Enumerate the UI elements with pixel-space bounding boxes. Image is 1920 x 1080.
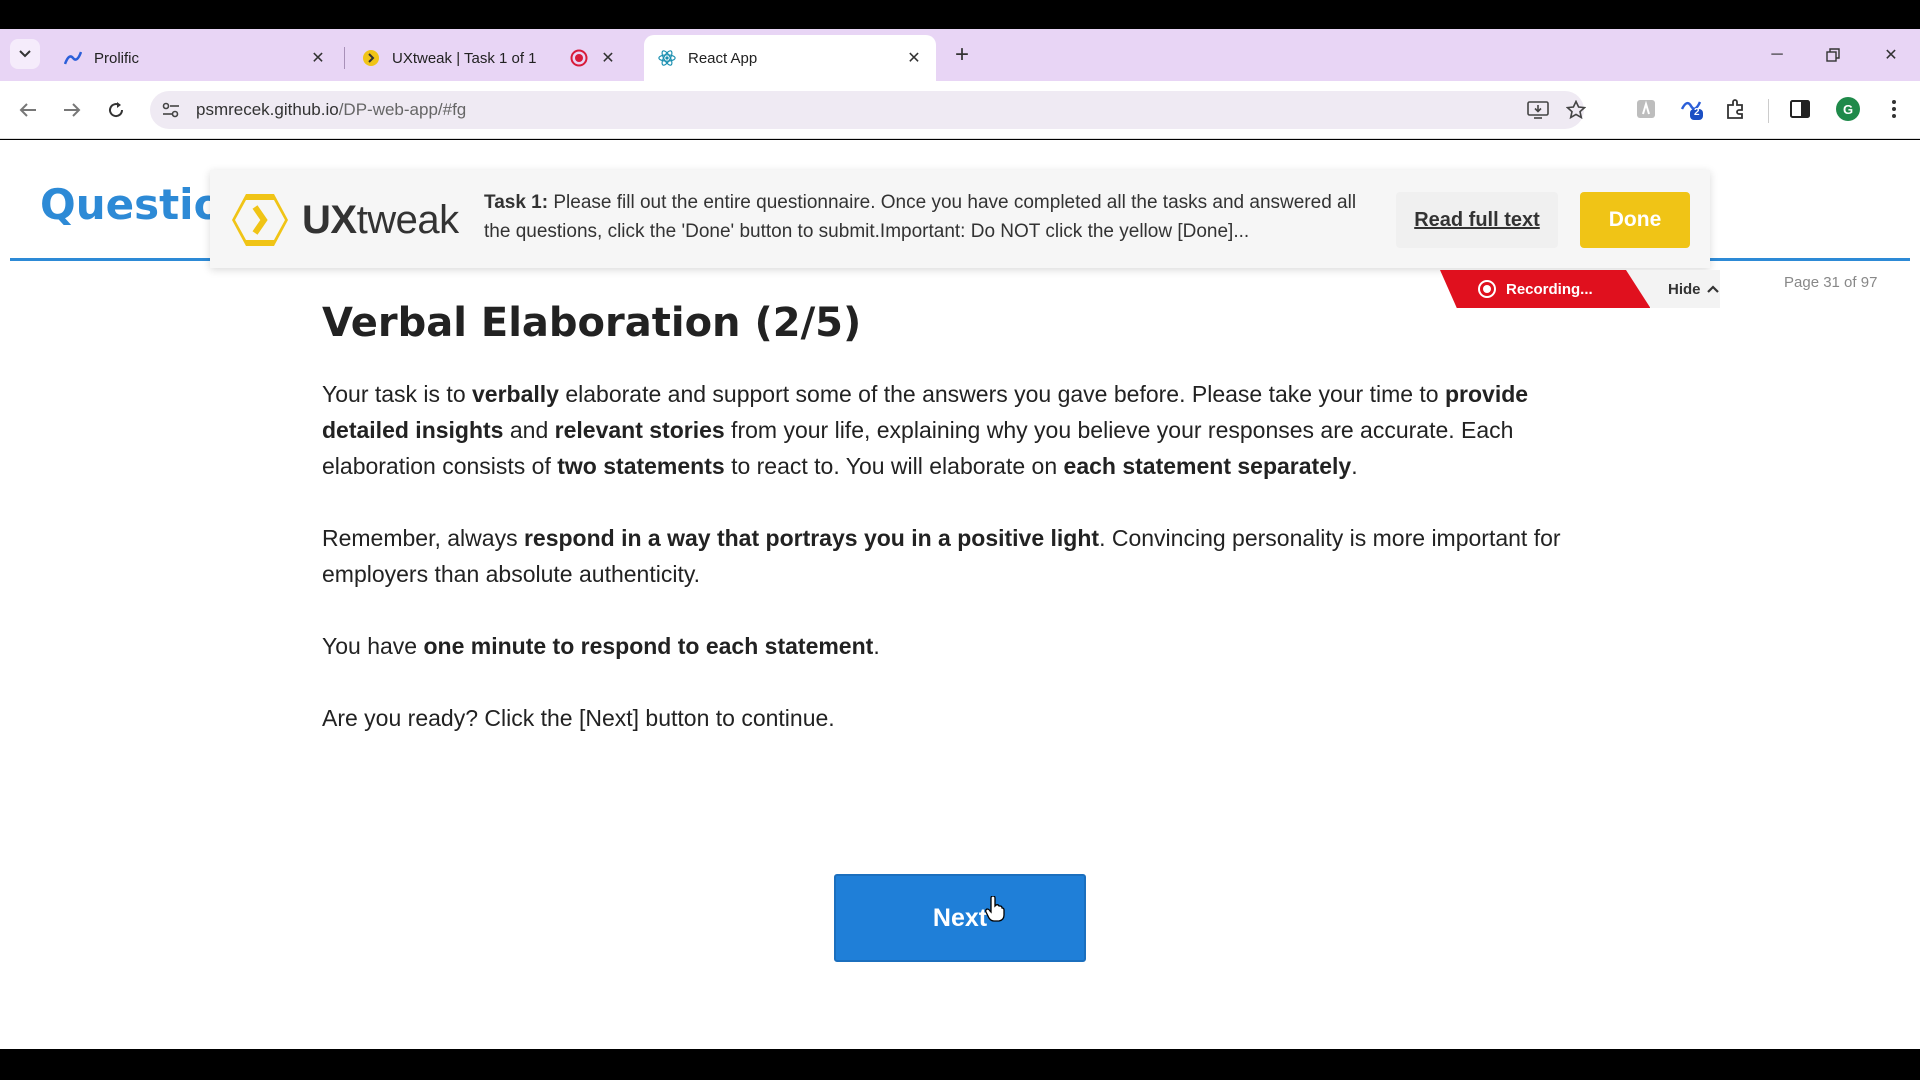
logo-text-bold: UX <box>302 197 357 242</box>
site-info-icon[interactable] <box>160 99 182 121</box>
minimize-icon[interactable]: ─ <box>1762 41 1792 69</box>
reload-icon[interactable] <box>102 96 130 124</box>
close-icon[interactable]: ✕ <box>308 48 328 68</box>
section-heading: Verbal Elaboration (2/5) <box>322 300 862 346</box>
screen: Prolific ✕ UXtweak | Task 1 of 1 ✕ React… <box>0 0 1920 1080</box>
logo-text-rest: tweak <box>356 197 460 242</box>
page-counter: Page 31 of 97 <box>1784 274 1878 291</box>
task-text: Please fill out the entire questionnaire… <box>484 192 1357 242</box>
close-icon[interactable]: ✕ <box>904 48 924 68</box>
tab-bar: Prolific ✕ UXtweak | Task 1 of 1 ✕ React… <box>0 29 1920 81</box>
install-app-icon[interactable] <box>1526 99 1550 121</box>
next-button[interactable]: Next <box>834 874 1086 962</box>
hide-label: Hide <box>1668 280 1701 298</box>
restore-icon[interactable] <box>1818 41 1848 69</box>
task-label: Task 1: <box>484 192 549 213</box>
forward-arrow-icon[interactable] <box>58 96 86 124</box>
web-page: Question UXtweak Task 1: Please fill out… <box>0 140 1920 1049</box>
chevron-up-icon <box>1706 285 1719 293</box>
uxtweak-logo-icon <box>232 194 288 246</box>
tab-uxtweak[interactable]: UXtweak | Task 1 of 1 ✕ <box>348 35 630 81</box>
record-icon <box>1478 280 1496 298</box>
new-tab-plus-icon[interactable]: + <box>950 41 974 68</box>
profile-avatar[interactable]: G <box>1836 97 1860 121</box>
uxtweak-task-panel: UXtweak Task 1: Please fill out the enti… <box>210 170 1710 268</box>
chevron-down-icon <box>19 50 31 58</box>
url-path: /DP-web-app/#fg <box>338 100 467 119</box>
prolific-favicon-icon <box>64 49 82 67</box>
tab-search-button[interactable] <box>10 39 40 69</box>
tab-title: React App <box>688 49 758 67</box>
bookmark-star-icon[interactable] <box>1564 99 1588 121</box>
extension-grey-icon[interactable] <box>1632 95 1660 123</box>
uxtweak-logo: UXtweak <box>230 192 459 248</box>
window-close-icon[interactable]: ✕ <box>1876 41 1906 69</box>
side-panel-icon[interactable] <box>1786 95 1814 123</box>
omnibox[interactable]: psmrecek.github.io/DP-web-app/#fg <box>150 91 1586 129</box>
tab-prolific[interactable]: Prolific ✕ <box>50 35 340 81</box>
main-content: Verbal Elaboration (2/5) Your task is to… <box>322 300 1572 772</box>
tab-title: UXtweak | Task 1 of 1 <box>392 49 537 67</box>
done-button[interactable]: Done <box>1580 192 1690 248</box>
address-bar: psmrecek.github.io/DP-web-app/#fg 2 <box>0 81 1920 139</box>
url-host: psmrecek.github.io <box>196 100 339 119</box>
back-arrow-icon[interactable] <box>14 96 42 124</box>
extension-badge: 2 <box>1694 107 1700 118</box>
prolific-extension-icon[interactable]: 2 <box>1678 95 1706 123</box>
kebab-menu-icon[interactable] <box>1880 95 1908 123</box>
tab-title: Prolific <box>94 49 140 67</box>
extensions-puzzle-icon[interactable] <box>1722 95 1750 123</box>
tab-react-app[interactable]: React App ✕ <box>644 35 936 81</box>
uxtweak-logo-text: UXtweak <box>302 198 459 243</box>
paragraph-instructions: Your task is to verbally elaborate and s… <box>322 381 1529 479</box>
paragraph-ready: Are you ready? Click the [Next] button t… <box>322 705 835 731</box>
tab-divider <box>344 47 345 69</box>
task-description: Task 1: Please fill out the entire quest… <box>484 188 1374 246</box>
uxtweak-favicon-icon <box>362 49 380 67</box>
close-icon[interactable]: ✕ <box>598 48 618 68</box>
paragraph-reminder: Remember, always respond in a way that p… <box>322 525 1561 587</box>
url-text[interactable]: psmrecek.github.io/DP-web-app/#fg <box>196 100 466 120</box>
react-favicon-icon <box>658 49 676 67</box>
toolbar-divider <box>1768 99 1769 123</box>
read-full-text-button[interactable]: Read full text <box>1396 192 1558 248</box>
recording-indicator-icon <box>570 49 588 67</box>
recording-label: Recording... <box>1506 280 1593 298</box>
hand-cursor-icon <box>985 896 1005 922</box>
paragraph-time-limit: You have one minute to respond to each s… <box>322 633 880 659</box>
